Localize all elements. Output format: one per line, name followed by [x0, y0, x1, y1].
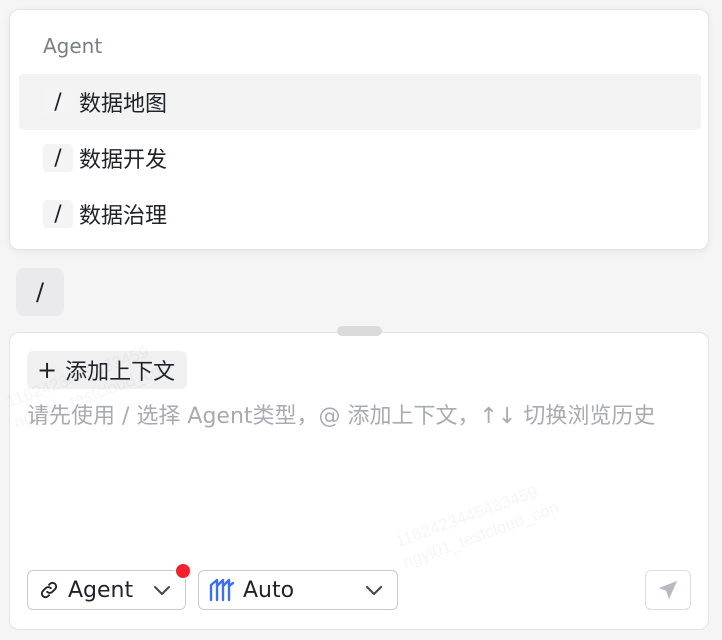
chat-input-field[interactable]: 请先使用 / 选择 Agent类型，@ 添加上下文，↑↓ 切换浏览历史 — [27, 401, 687, 433]
model-select[interactable]: Auto — [198, 570, 398, 610]
menu-item-label: 数据治理 — [79, 204, 168, 229]
add-context-label: 添加上下文 — [65, 360, 176, 385]
send-icon — [657, 579, 679, 601]
input-toolbar: Agent Auto — [27, 563, 691, 610]
watermark: 1162423445433459 ngyi01_testcloud_con — [392, 482, 562, 572]
agent-select-value: Agent — [68, 577, 134, 603]
add-context-button[interactable]: + 添加上下文 — [27, 351, 188, 389]
slash-badge: / — [43, 88, 73, 116]
agent-select[interactable]: Agent — [27, 563, 191, 610]
notification-dot — [175, 563, 191, 579]
slash-badge: / — [43, 144, 73, 172]
resize-handle[interactable] — [337, 326, 382, 336]
menu-item-data-governance[interactable]: / 数据治理 — [19, 186, 701, 242]
menu-item-data-map[interactable]: / 数据地图 — [19, 74, 701, 130]
chevron-down-icon — [153, 583, 171, 597]
dropdown-title: Agent — [43, 34, 103, 58]
agent-type-dropdown: Agent / 数据地图 / 数据开发 / 数据治理 — [9, 9, 709, 250]
slash-badge: / — [43, 200, 73, 228]
model-select-value: Auto — [243, 577, 295, 603]
menu-item-data-development[interactable]: / 数据开发 — [19, 130, 701, 186]
model-logo-icon — [209, 578, 235, 602]
menu-item-label: 数据地图 — [79, 92, 168, 117]
chevron-down-icon — [365, 583, 383, 597]
send-button[interactable] — [645, 570, 691, 610]
menu-item-label: 数据开发 — [79, 148, 168, 173]
agent-chat-panel: Agent / 数据地图 / 数据开发 / 数据治理 / + 添加上下文 请先使… — [0, 0, 722, 640]
agent-link-icon — [38, 579, 60, 601]
plus-icon: + — [37, 356, 58, 384]
chat-input-card: + 添加上下文 请先使用 / 选择 Agent类型，@ 添加上下文，↑↓ 切换浏… — [4, 332, 709, 630]
slash-command-chip[interactable]: / — [16, 268, 64, 316]
